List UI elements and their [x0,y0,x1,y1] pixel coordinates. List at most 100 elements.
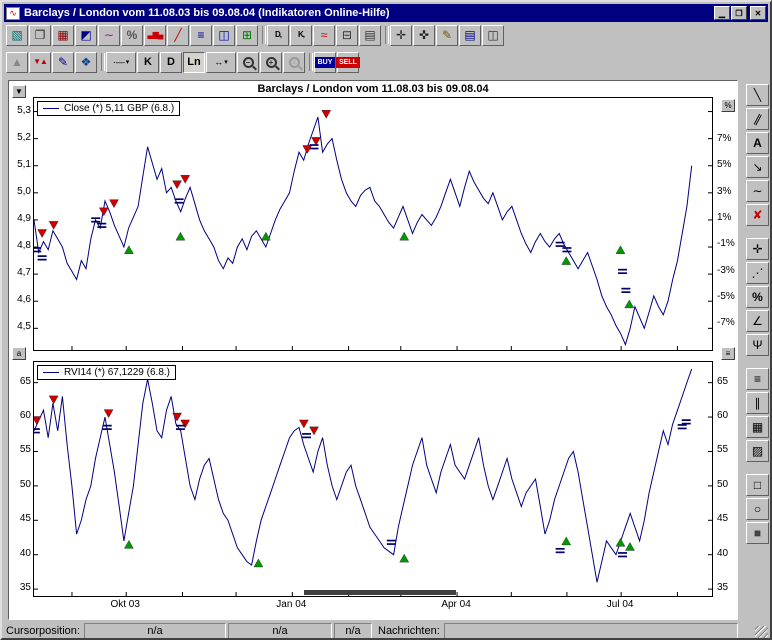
resize-grip[interactable] [755,626,768,639]
data-table-icon[interactable]: ⊟ [336,25,358,46]
legend-line-sample [43,372,59,373]
percent-view-icon[interactable]: % [121,25,143,46]
sell-button[interactable]: SELL [337,52,359,73]
parallel-lines-tool[interactable]: ∥ [746,108,769,130]
percent-lines-tool[interactable]: % [746,286,769,308]
close-button[interactable]: ✕ [750,6,766,20]
wave-tool[interactable]: ∼ [746,180,769,202]
text-tool[interactable]: A [746,132,769,154]
sell-marker [303,145,312,153]
ellipse-tool[interactable]: ○ [746,498,769,520]
portfolio-icon: ◩ [80,29,91,41]
position-marker [175,198,184,200]
toolbar-separator [98,52,105,72]
collapse-panel-button[interactable]: ▼ [12,85,26,98]
database-icon[interactable]: ◫ [213,25,235,46]
horizontal-grid-tool[interactable]: ≡ [746,368,769,390]
sell-marker [49,396,58,404]
indicator-overlay-icon[interactable]: ≈ [313,25,335,46]
notes-icon[interactable]: ▤ [459,25,481,46]
zoom-range-button[interactable]: ▫ [283,52,305,73]
sell-marker [181,420,190,428]
percent-axis-button[interactable]: % [721,99,735,112]
annotation-pencil-icon[interactable]: ✎ [436,25,458,46]
delete-drawing-tool-icon: ✘ [752,209,762,221]
price-panel[interactable]: Close (*) 5,11 GBP (6.8.) [33,97,713,351]
move-view-icon[interactable]: ✜ [413,25,435,46]
chart-settings-icon: ❖ [81,56,92,68]
grid-tool[interactable]: ▦ [746,416,769,438]
indicator-panel[interactable]: RVI14 (*) 67,1229 (6.8.) [33,361,713,597]
app-icon: ∿ [6,7,20,20]
position-marker [302,433,311,435]
y-axis-label: 35 [10,582,31,593]
chart-template-icon[interactable]: ▧ [6,25,28,46]
h-scrollbar-thumb[interactable] [304,590,456,595]
position-marker [621,288,630,290]
x-axis-label: Jan 04 [276,599,306,610]
line-tool[interactable]: ╲ [746,84,769,106]
securities-list-icon[interactable]: ▦ [52,25,74,46]
grid-chart-icon: ⊞ [242,29,252,41]
line-style-dropdown[interactable]: ·—▾ [106,52,136,73]
chart-settings-icon[interactable]: ❖ [75,52,97,73]
daily-data-icon[interactable]: D, [267,25,289,46]
y-axis-label: 7% [717,133,741,144]
hatch-tool[interactable]: ▨ [746,440,769,462]
y-axis-label: 4,6 [10,294,31,305]
delete-drawing-tool[interactable]: ✘ [746,204,769,226]
edit-objects-icon[interactable]: ✎ [52,52,74,73]
restore-button[interactable]: ❐ [731,6,747,20]
arrow-tool[interactable]: ↘ [746,156,769,178]
indicator-plot[interactable] [34,362,712,596]
trend-channel-tool[interactable]: ∠ [746,310,769,332]
log-scale-toggle-button[interactable]: Ln [183,52,205,73]
portfolio-icon[interactable]: ◩ [75,25,97,46]
fibonacci-tool[interactable]: ⋰ [746,262,769,284]
price-plot[interactable] [34,98,712,350]
pitchfork-tool[interactable]: Ψ [746,334,769,356]
trend-line-icon[interactable]: ╱ [167,25,189,46]
position-marker [618,556,627,558]
position-marker [556,245,565,247]
legend-line-sample [43,108,59,109]
buy-sell-signals-icon[interactable]: ▼▲ [29,52,51,73]
buy-button[interactable]: BUY [314,52,336,73]
tile-windows-icon[interactable]: ◫ [482,25,504,46]
daily-toggle-button[interactable]: D [160,52,182,73]
crosshair-tool[interactable]: ✛ [746,238,769,260]
sell-marker [104,410,113,418]
daily-data-icon: D, [275,31,281,39]
copy-icon[interactable]: ❐ [29,25,51,46]
mountain-chart-icon[interactable]: ▲ [6,52,28,73]
chart-area: Barclays / London vom 11.08.03 bis 09.08… [8,80,738,620]
position-marker [310,148,319,150]
y-axis-label: 50 [10,479,31,490]
position-marker [302,437,311,439]
copy-icon: ❐ [35,29,46,41]
candle-toggle-button[interactable]: K [137,52,159,73]
grid-chart-icon[interactable]: ⊞ [236,25,258,46]
panel-a-button[interactable]: a [12,347,26,360]
buy-marker [616,246,625,254]
minimize-button[interactable]: ▁ [714,6,730,20]
panel-menu-button[interactable]: ≡ [721,347,735,360]
zoom-in-button[interactable]: + [260,52,282,73]
report-icon[interactable]: ≡ [190,25,212,46]
chevron-down-icon: ▾ [224,58,228,66]
zoom-out-button[interactable]: − [237,52,259,73]
statusbar: Cursorposition: n/a n/a n/a Nachrichten: [4,623,772,640]
kurs-data-icon[interactable]: K, [290,25,312,46]
crosshair-icon[interactable]: ✛ [390,25,412,46]
tile-windows-icon: ◫ [487,29,498,41]
trend-line-icon: ╱ [174,29,181,41]
y-axis-label: -7% [717,317,741,328]
intraday-chart-icon[interactable]: ∼ [98,25,120,46]
titlebar[interactable]: ∿ Barclays / London vom 11.08.03 bis 09.… [4,4,768,22]
vertical-grid-tool[interactable]: ∥ [746,392,769,414]
scroll-mode-dropdown[interactable]: ↔▾ [206,52,236,73]
filled-rectangle-tool[interactable]: ■ [746,522,769,544]
quote-page-icon[interactable]: ▤ [359,25,381,46]
volume-bars-icon[interactable]: ▃▆▄ [144,25,166,46]
rectangle-tool[interactable]: □ [746,474,769,496]
